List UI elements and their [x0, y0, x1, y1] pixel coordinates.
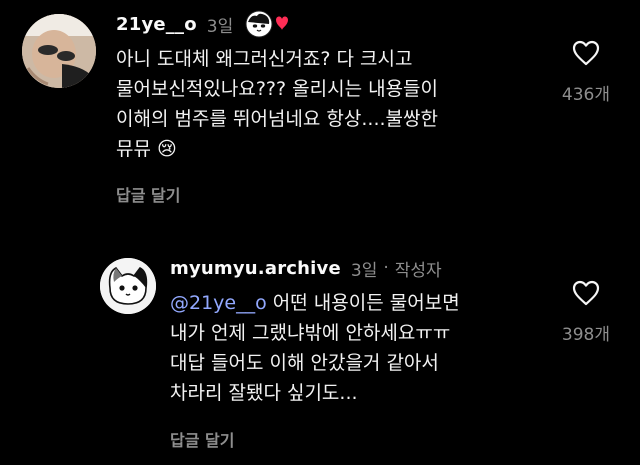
creator-liked-badge	[243, 10, 289, 38]
comment-header: myumyu.archive 3일 · 작성자	[170, 254, 442, 282]
separator: ·	[383, 258, 389, 278]
like-count: 436개	[561, 85, 610, 105]
comment-line: 뮤뮤 😢	[116, 138, 177, 160]
comment-line: 내가 언제 그랬냐밖에 안하세요ㅠㅠ	[170, 322, 451, 344]
heart-badge-icon	[276, 16, 289, 30]
reply-button[interactable]: 답글 달기	[116, 182, 180, 206]
heart-outline-icon[interactable]	[572, 40, 600, 66]
comment-line: 이해의 범주를 뛰어넘네요 항상....불쌍한	[116, 108, 438, 130]
comment-line: 아니 도대체 왜그러신거죠? 다 크시고	[116, 48, 413, 70]
username[interactable]: myumyu.archive	[170, 258, 341, 279]
like-control[interactable]: 436개	[562, 40, 610, 105]
comment-line: 차라리 잘됐다 싶기도...	[170, 382, 358, 404]
like-count: 398개	[561, 325, 610, 345]
like-control[interactable]: 398개	[562, 280, 610, 345]
timestamp: 3일	[206, 16, 234, 37]
avatar[interactable]	[100, 258, 156, 314]
timestamp: 3일	[350, 260, 378, 281]
avatar[interactable]	[22, 14, 96, 88]
comment-text: 아니 도대체 왜그러신거죠? 다 크시고 물어보신적있나요??? 올리시는 내용…	[116, 44, 516, 164]
reply-comment-item: myumyu.archive 3일 · 작성자 @21ye__o 어떤 내용이든…	[0, 230, 640, 465]
cat-avatar-icon	[100, 258, 156, 314]
username[interactable]: 21ye__o	[116, 14, 197, 35]
author-tag: 작성자	[394, 260, 442, 281]
heart-outline-icon[interactable]	[572, 280, 600, 306]
comment-header: 21ye__o 3일	[116, 10, 289, 38]
avatar-photo	[22, 14, 96, 88]
comment-item: 21ye__o 3일 아니 도대체 왜그러신거죠? 다 크시고 물어보신적있나요…	[0, 0, 640, 230]
comment-line: 대답 들어도 이해 안갔을거 같아서	[170, 352, 439, 374]
comment-text: @21ye__o 어떤 내용이든 물어보면 내가 언제 그랬냐밖에 안하세요ㅠㅠ…	[170, 288, 550, 408]
reply-button[interactable]: 답글 달기	[170, 427, 234, 451]
mention-link[interactable]: @21ye__o	[170, 292, 267, 314]
comment-line-text: 어떤 내용이든 물어보면	[266, 292, 460, 314]
comment-line: @21ye__o 어떤 내용이든 물어보면	[170, 288, 550, 318]
comment-line: 물어보신적있나요??? 올리시는 내용들이	[116, 78, 439, 100]
